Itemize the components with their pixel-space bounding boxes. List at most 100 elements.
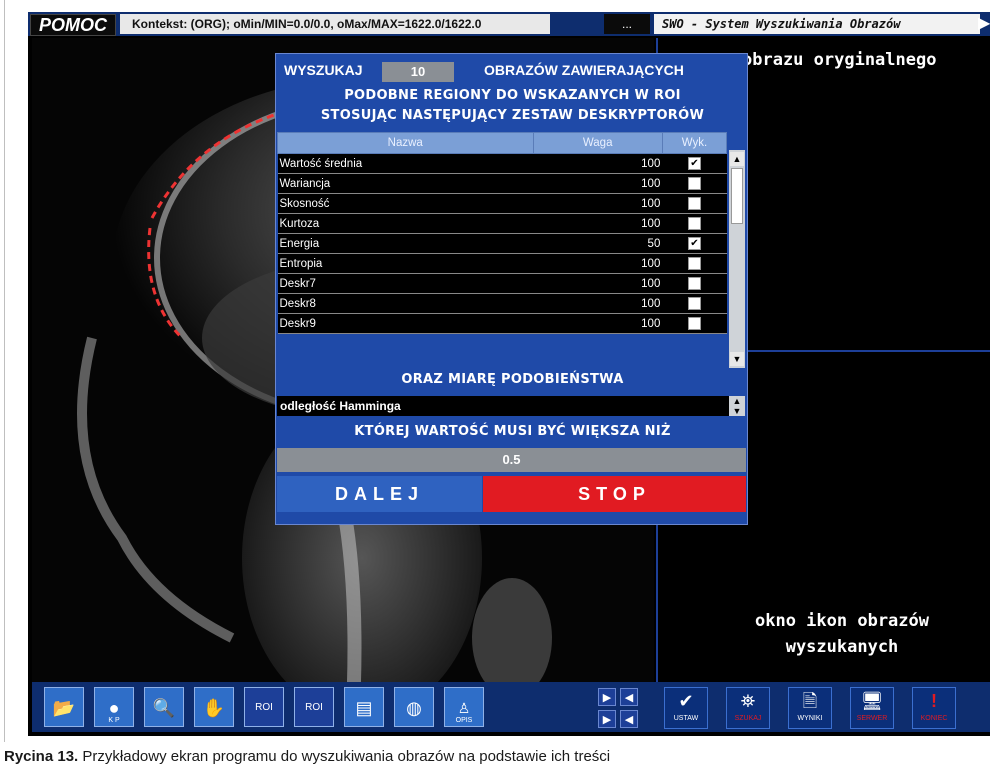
descriptor-checkbox[interactable]: ✔	[687, 157, 701, 170]
caption-text: Przykładowy ekran programu do wyszukiwan…	[82, 748, 611, 765]
result-count-field[interactable]: 10	[382, 62, 454, 82]
results-icon: 🗎	[802, 691, 818, 711]
ellipsis-button[interactable]: ...	[604, 14, 650, 34]
page-margin-line	[4, 0, 5, 742]
opis-label: OPIS	[455, 717, 473, 724]
hand-icon[interactable]: ✋	[194, 687, 234, 727]
descriptor-checkbox[interactable]: ✔	[687, 237, 701, 250]
app-title: SWO - System Wyszukiwania Obrazów	[654, 14, 980, 34]
exit-label: KONIEC	[920, 715, 948, 722]
zoom-icon[interactable]: 🔍	[144, 687, 184, 727]
original-panel-title: obrazu oryginalnego	[742, 50, 937, 70]
opis-icon[interactable]: ♙ OPIS	[444, 687, 484, 727]
descriptor-weight[interactable]: 100	[533, 253, 663, 274]
descriptor-name: Deskr7	[277, 273, 534, 294]
image-stack-icon[interactable]: ▤	[344, 687, 384, 727]
table-row[interactable]: Deskr7 100	[277, 273, 727, 294]
results-button[interactable]: 🗎 WYNIKI	[788, 687, 832, 729]
descriptor-name: Deskr9	[277, 313, 534, 334]
scroll-down-icon[interactable]: ▼	[730, 352, 744, 366]
metric-header: ORAZ MIARĘ PODOBIEŃSTWA	[401, 372, 624, 387]
descriptor-name: Kurtoza	[277, 213, 534, 234]
descriptor-weight[interactable]: 100	[533, 193, 663, 214]
brain-kp-icon[interactable]: ● K P	[94, 687, 134, 727]
descriptor-weight[interactable]: 100	[533, 153, 663, 174]
set-label: USTAW	[673, 715, 699, 722]
descriptor-weight[interactable]: 100	[533, 273, 663, 294]
context-display: Kontekst: (ORG); oMin/MIN=0.0/0.0, oMax/…	[120, 14, 550, 34]
descriptor-checkbox[interactable]	[687, 297, 701, 310]
search-button[interactable]: ⛯ SZUKAJ	[726, 687, 770, 729]
server-label: SERWER	[856, 715, 888, 722]
scroll-up-icon[interactable]: ▲	[730, 152, 744, 166]
table-row[interactable]: Energia 50 ✔	[277, 233, 727, 254]
brain-kp-label: K P	[108, 717, 120, 724]
bottom-toolbar: 📂 ● K P 🔍 ✋ ROI ROI ▤ ◍ ♙ OPIS ▶ ◀ ▶ ◀ ✔ US…	[32, 682, 990, 732]
roi-parameters-icon[interactable]: ROI	[294, 687, 334, 727]
roi-label: ROI	[255, 702, 273, 713]
descriptor-table: Nazwa Waga Wyk. Wartość średnia 100 ✔ Wari…	[277, 132, 728, 334]
descriptor-checkbox[interactable]	[687, 197, 701, 210]
exit-button[interactable]: ! KONIEC	[912, 687, 956, 729]
descriptor-name: Deskr8	[277, 293, 534, 314]
images-label: OBRAZÓW ZAWIERAJĄCYCH	[484, 62, 684, 78]
descriptor-checkbox[interactable]	[687, 177, 701, 190]
check-icon: ✔	[678, 691, 694, 711]
server-button[interactable]: 🖥 SERWER	[850, 687, 894, 729]
descriptor-name: Wariancja	[277, 173, 534, 194]
table-row[interactable]: Deskr9 100	[277, 313, 727, 334]
roi-parameters-label: ROI	[305, 702, 323, 713]
results-panel-title: okno ikon obrazów wyszukanych	[755, 611, 929, 657]
previous-arrow-icon[interactable]: ◀	[620, 688, 638, 706]
similarity-metric-select[interactable]: odległość Hamminga	[277, 396, 729, 416]
next-button[interactable]: DALEJ	[277, 476, 482, 512]
table-row[interactable]: Kurtoza 100	[277, 213, 727, 234]
descriptor-name: Energia	[277, 233, 534, 254]
title-arrow-icon: ▶	[978, 15, 990, 32]
figure-caption: Rycina 13. Przykładowy ekran programu do…	[4, 748, 984, 765]
column-header-name[interactable]: Nazwa	[277, 132, 534, 154]
table-row[interactable]: Skosność 100	[277, 193, 727, 214]
search-label: WYSZUKAJ	[284, 62, 363, 78]
descriptor-weight[interactable]: 100	[533, 213, 663, 234]
threshold-header: KTÓREJ WARTOŚĆ MUSI BYĆ WIĘKSZA NIŻ	[354, 424, 671, 439]
table-row[interactable]: Wartość średnia 100 ✔	[277, 153, 727, 174]
descriptor-weight[interactable]: 100	[533, 313, 663, 334]
exit-icon: !	[931, 691, 937, 711]
dialog-line-regions: PODOBNE REGIONY DO WSKAZANYCH W ROI	[344, 88, 681, 103]
last-arrow-icon[interactable]: ▶	[598, 710, 616, 728]
search-label: SZUKAJ	[734, 715, 762, 722]
descriptor-checkbox[interactable]	[687, 317, 701, 330]
next-arrow-icon[interactable]: ▶	[598, 688, 616, 706]
brain-slice-icon[interactable]: ◍	[394, 687, 434, 727]
help-button[interactable]: POMOC	[30, 14, 116, 36]
descriptor-checkbox[interactable]	[687, 217, 701, 230]
threshold-field[interactable]: 0.5	[277, 448, 746, 472]
set-button[interactable]: ✔ USTAW	[664, 687, 708, 729]
first-arrow-icon[interactable]: ◀	[620, 710, 638, 728]
table-row[interactable]: Deskr8 100	[277, 293, 727, 314]
metric-spinner-icon[interactable]: ▲ ▼	[729, 396, 745, 416]
folder-open-icon[interactable]: 📂	[44, 687, 84, 727]
descriptor-weight[interactable]: 50	[533, 233, 663, 254]
stop-button[interactable]: STOP	[483, 476, 746, 512]
dialog-line-descriptors: STOSUJĄC NASTĘPUJĄCY ZESTAW DESKRYPTORÓW	[320, 108, 705, 123]
descriptor-weight[interactable]: 100	[533, 293, 663, 314]
table-scrollbar[interactable]: ▲ ▼	[729, 150, 745, 368]
table-row[interactable]: Wariancja 100	[277, 173, 727, 194]
scroll-thumb[interactable]	[731, 168, 743, 224]
results-label: WYNIKI	[797, 715, 823, 722]
table-row[interactable]: Entropia 100	[277, 253, 727, 274]
roi-icon[interactable]: ROI	[244, 687, 284, 727]
descriptor-checkbox[interactable]	[687, 257, 701, 270]
server-icon: 🖥	[860, 691, 884, 711]
column-header-used[interactable]: Wyk.	[661, 132, 728, 154]
binoculars-icon: ⛯	[740, 691, 756, 711]
caption-label: Rycina 13.	[4, 748, 79, 765]
descriptor-name: Skosność	[277, 193, 534, 214]
descriptor-name: Entropia	[277, 253, 534, 274]
column-header-weight[interactable]: Waga	[532, 132, 663, 154]
descriptor-weight[interactable]: 100	[533, 173, 663, 194]
search-dialog: WYSZUKAJ 10 OBRAZÓW ZAWIERAJĄCYCH PODOBN…	[275, 53, 748, 525]
descriptor-checkbox[interactable]	[687, 277, 701, 290]
